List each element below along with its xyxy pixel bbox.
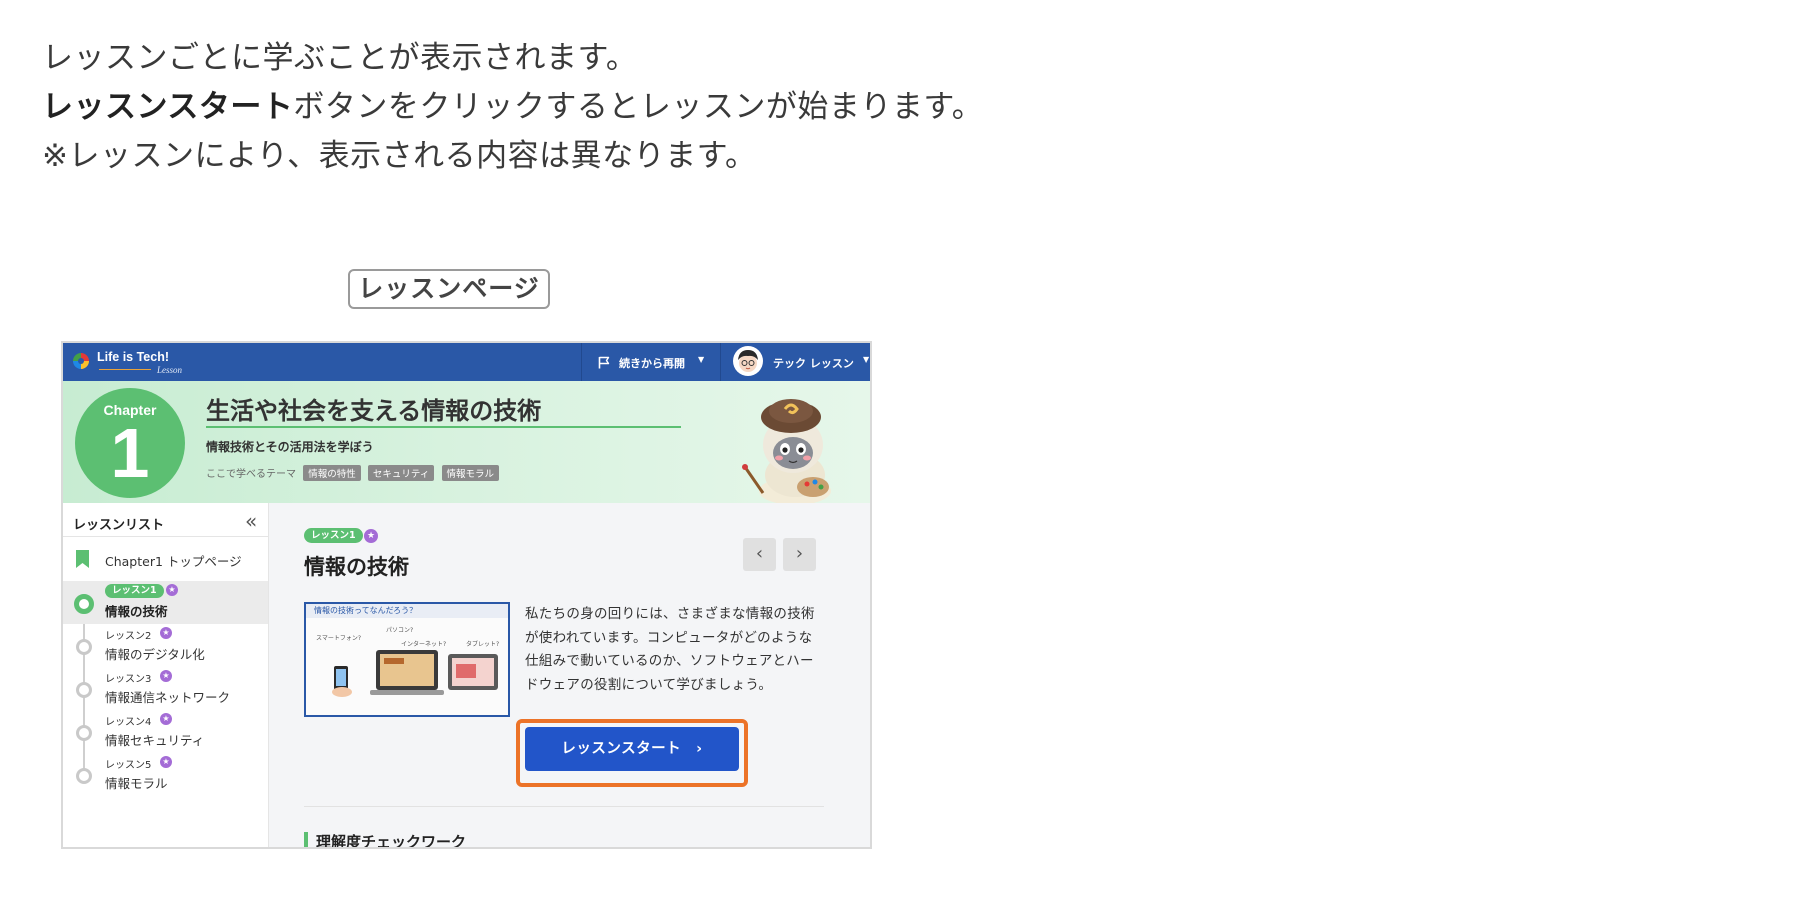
lesson-description: 私たちの身の回りには、さまざまな情報の技術が使われています。コンピュータがどのよ… xyxy=(525,606,815,693)
thumbnail-caption: 情報の技術ってなんだろう？ xyxy=(306,604,508,618)
avatar xyxy=(733,346,763,376)
svg-text:タブレット?: タブレット? xyxy=(466,640,499,648)
section-title: 理解度チェックワーク xyxy=(316,833,467,849)
theme-tag: セキュリティ xyxy=(367,465,435,481)
sidebar-item-chapter-top[interactable]: Chapter1 トップページ xyxy=(63,537,268,580)
lesson-thumbnail[interactable]: 情報の技術ってなんだろう？ スマートフォン? パソコン? インターネット? タブ… xyxy=(304,602,510,717)
resume-button[interactable]: 続きから再開 ▼ xyxy=(581,343,721,381)
lesson-name: 情報セキュリティ xyxy=(105,733,205,748)
chapter-subtitle: 情報技術とその活用法を学ぼう xyxy=(206,440,374,454)
flag-icon xyxy=(598,356,610,369)
sidebar-item-lesson-4[interactable]: レッスン4 ★ 情報セキュリティ xyxy=(63,710,268,753)
star-icon: ★ xyxy=(160,670,172,682)
lesson-sidebar: レッスンリスト « Chapter1 トップページ レッスン1 ★ 情報の技術 … xyxy=(63,503,269,847)
section-accent xyxy=(304,832,308,847)
theme-tag: 情報モラル xyxy=(441,465,500,481)
devices-illustration-icon: スマートフォン? パソコン? インターネット? タブレット? xyxy=(316,627,499,697)
star-icon: ★ xyxy=(166,584,178,596)
resume-label: 続きから再開 xyxy=(619,357,685,370)
svg-text:パソコン?: パソコン? xyxy=(386,627,413,634)
sidebar-item-lesson-3[interactable]: レッスン3 ★ 情報通信ネットワーク xyxy=(63,667,268,710)
lesson-start-button[interactable]: レッスンスタート › xyxy=(525,727,739,771)
intro-line-2-bold: レッスンスタート xyxy=(42,89,294,125)
star-icon: ★ xyxy=(364,529,378,543)
intro-line-2-rest: ボタンをクリックするとレッスンが始まります。 xyxy=(293,89,984,125)
theme-tag: 情報の特性 xyxy=(303,465,361,481)
page-label: レッスンページ xyxy=(348,269,550,309)
user-name: テック レッスン xyxy=(773,357,854,370)
lesson-title: 情報の技術 xyxy=(304,555,409,579)
sidebar-item-lesson-2[interactable]: レッスン2 ★ 情報のデジタル化 xyxy=(63,624,268,667)
themes-label: ここで学べるテーマ xyxy=(206,469,296,480)
lesson-name: 情報の技術 xyxy=(105,604,168,619)
sidebar-item-label: Chapter1 トップページ xyxy=(105,554,242,569)
collapse-sidebar-icon[interactable]: « xyxy=(245,509,257,533)
sidebar-item-lesson-1[interactable]: レッスン1 ★ 情報の技術 xyxy=(63,581,268,624)
divider xyxy=(304,806,824,807)
star-icon: ★ xyxy=(160,627,172,639)
prev-lesson-button[interactable]: ‹ xyxy=(743,538,776,571)
lesson-main: レッスン1 ★ 情報の技術 ‹ › 情報の技術ってなんだろう？ スマートフォン?… xyxy=(269,503,870,849)
chapter-badge: Chapter 1 xyxy=(75,388,185,498)
lesson-label: レッスン2 xyxy=(105,631,152,642)
chapter-header: Chapter 1 生活や社会を支える情報の技術 情報技術とその活用法を学ぼう … xyxy=(63,381,870,503)
sidebar-item-lesson-5[interactable]: レッスン5 ★ 情報モラル xyxy=(63,753,268,796)
logo-mark-icon xyxy=(73,353,89,369)
avatar-face-icon xyxy=(738,350,758,372)
lesson-dot-icon xyxy=(76,725,92,741)
lesson-label: レッスン5 xyxy=(105,760,152,771)
intro-line-1: レッスンごとに学ぶことが表示されます。 xyxy=(42,40,638,76)
intro-text: レッスンごとに学ぶことが表示されます。 レッスンスタートボタンをクリックするとレ… xyxy=(42,34,1142,181)
user-menu[interactable]: テック レッスン ▼ xyxy=(733,343,870,381)
lesson-name: 情報通信ネットワーク xyxy=(105,690,231,705)
bookmark-icon xyxy=(76,550,89,568)
title-underline xyxy=(206,426,681,428)
intro-line-2: レッスンスタートボタンをクリックするとレッスンが始まります。 xyxy=(42,83,1142,132)
lesson-label: レッスン4 xyxy=(105,717,152,728)
lesson-dot-icon xyxy=(76,768,92,784)
theme-list: ここで学べるテーマ 情報の特性 セキュリティ 情報モラル xyxy=(206,465,500,481)
sidebar-title: レッスンリスト xyxy=(73,518,165,533)
lesson-label: レッスン3 xyxy=(105,674,152,685)
lesson-label: レッスン1 xyxy=(105,584,164,598)
logo[interactable]: Life is Tech! Lesson xyxy=(73,350,193,376)
logo-underline xyxy=(99,369,151,370)
lesson-badge: レッスン1 xyxy=(304,528,363,543)
logo-sub: Lesson xyxy=(157,365,183,375)
svg-text:インターネット?: インターネット? xyxy=(401,640,446,648)
star-icon: ★ xyxy=(160,756,172,768)
intro-line-3: ※レッスンにより、表示される内容は異なります。 xyxy=(42,138,757,174)
lesson-name: 情報モラル xyxy=(105,776,168,791)
logo-text: Life is Tech! xyxy=(97,350,170,364)
lesson-dot-icon xyxy=(76,682,92,698)
svg-text:スマートフォン?: スマートフォン? xyxy=(316,635,361,642)
lesson-dot-icon xyxy=(76,639,92,655)
chapter-number: 1 xyxy=(110,414,150,492)
chapter-title: 生活や社会を支える情報の技術 xyxy=(206,397,542,425)
star-icon: ★ xyxy=(160,713,172,725)
caret-down-icon: ▼ xyxy=(698,355,705,364)
current-lesson-icon xyxy=(74,594,94,614)
caret-down-icon: ▼ xyxy=(863,355,870,364)
next-lesson-button[interactable]: › xyxy=(783,538,816,571)
top-bar: Life is Tech! Lesson 続きから再開 ▼ テック レッスン ▼ xyxy=(63,343,870,381)
mascot-icon xyxy=(742,399,831,503)
lesson-page-screenshot: Life is Tech! Lesson 続きから再開 ▼ テック レッスン ▼… xyxy=(61,341,872,849)
lesson-name: 情報のデジタル化 xyxy=(105,647,205,662)
